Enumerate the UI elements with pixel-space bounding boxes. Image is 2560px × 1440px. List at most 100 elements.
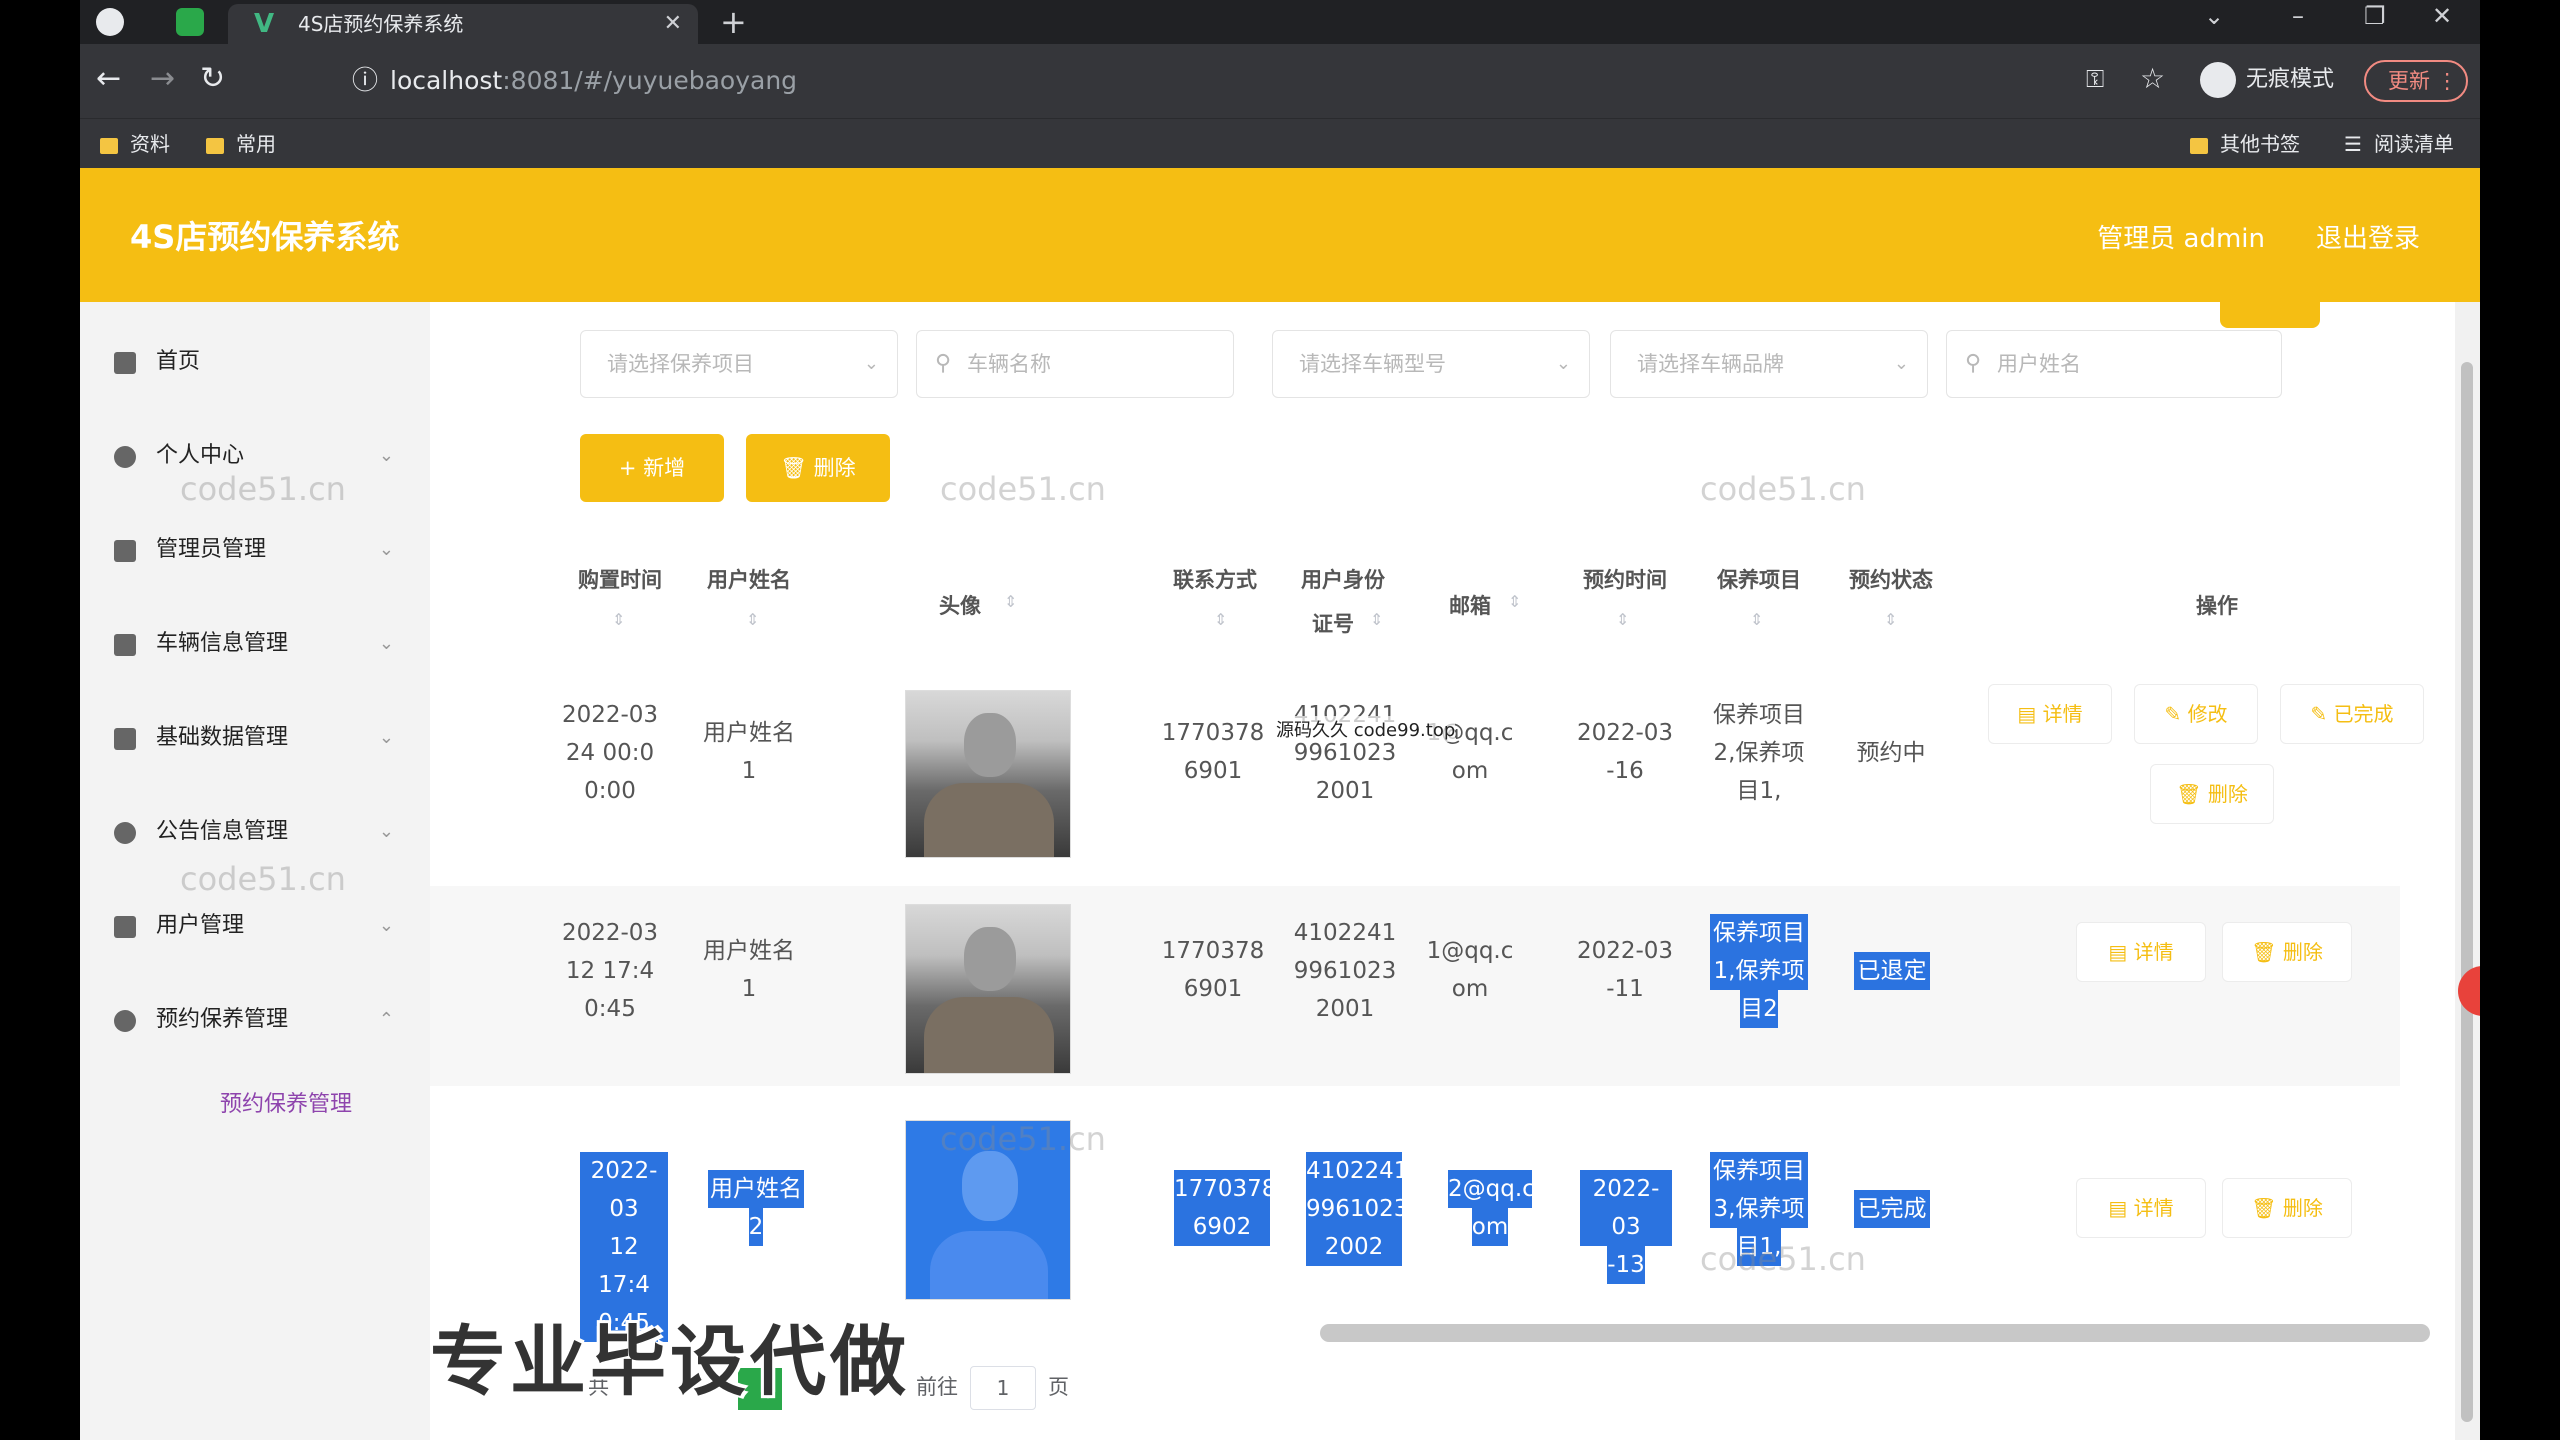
table-row: 2022-03 12 17:4 0:45 用户姓名 2 1770378 6902… <box>430 1102 2400 1342</box>
vertical-scrollbar[interactable] <box>2455 302 2480 1440</box>
partial-top-button[interactable] <box>2220 302 2320 328</box>
folder-icon <box>2190 137 2208 154</box>
update-button[interactable]: 更新 ⋮ <box>2364 60 2468 102</box>
detail-button[interactable]: ▤ 详情 <box>1988 684 2112 744</box>
sort-icon[interactable]: ⇕ <box>746 610 759 629</box>
calendar-icon <box>114 634 136 656</box>
restore-icon[interactable]: ❐ <box>2364 2 2386 30</box>
site-info-icon[interactable]: ⓘ <box>352 54 378 108</box>
cell-line: 2022-03 <box>1576 720 1674 746</box>
search-icon: ⚲ <box>935 351 952 376</box>
car-name-input[interactable]: ⚲ 车辆名称 <box>916 330 1234 398</box>
new-tab-icon[interactable]: + <box>720 4 747 40</box>
cell-line: 0:45 <box>584 996 636 1022</box>
bookmark-label: 资料 <box>130 132 170 156</box>
sidebar-item-basic-data[interactable]: 基础数据管理 ⌄ <box>80 708 430 768</box>
car-brand-select[interactable]: 请选择车辆品牌 ⌄ <box>1610 330 1928 398</box>
sidebar-item-home[interactable]: 首页 <box>80 332 430 392</box>
submenu-item-maintenance[interactable]: 预约保养管理 <box>140 1080 420 1130</box>
key-icon[interactable]: ⚿ <box>2086 62 2104 96</box>
cell-line: 用户姓名 <box>708 1170 804 1208</box>
complete-button[interactable]: ✎ 已完成 <box>2280 684 2424 744</box>
sidebar-item-label: 用户管理 <box>156 913 245 938</box>
delete-button[interactable]: 🗑 删除 <box>2222 1178 2352 1238</box>
browser-tab-active[interactable]: V 4S店预约保养系统 ✕ <box>228 4 698 44</box>
user-name-input[interactable]: ⚲ 用户姓名 <box>1946 330 2282 398</box>
app-header: 4S店预约保养系统 管理员 admin 退出登录 <box>80 168 2480 302</box>
cell-line: 24 00:0 <box>565 740 655 766</box>
minimize-icon[interactable]: – <box>2292 2 2304 30</box>
list-icon <box>114 728 136 750</box>
pagination-goto-input[interactable]: 1 <box>970 1366 1036 1410</box>
watermark-text: code51.cn <box>940 1120 1106 1158</box>
sidebar-item-admin[interactable]: 管理员管理 ⌄ <box>80 520 430 580</box>
bulk-delete-button[interactable]: 🗑 删除 <box>746 434 890 502</box>
sort-icon[interactable]: ⇕ <box>1750 610 1763 629</box>
cell-phone: 1770378 6902 <box>1174 1170 1276 1246</box>
sidebar-item-label: 预约保养管理 <box>156 1007 289 1032</box>
sort-icon[interactable]: ⇕ <box>1508 592 1521 611</box>
horizontal-scrollbar[interactable] <box>1320 1324 2430 1342</box>
other-bookmarks[interactable]: 其他书签 <box>2190 119 2300 169</box>
bookmark-star-icon[interactable]: ☆ <box>2140 62 2165 96</box>
header-phone[interactable]: 联系方式 <box>1160 562 1270 598</box>
project-select[interactable]: 请选择保养项目 ⌄ <box>580 330 898 398</box>
bookmark-folder[interactable]: 常用 <box>206 119 276 169</box>
back-icon[interactable]: ← <box>96 62 121 96</box>
reload-icon[interactable]: ↻ <box>200 62 225 96</box>
detail-button[interactable]: ▤ 详情 <box>2076 922 2206 982</box>
reading-list[interactable]: ☰ 阅读清单 <box>2344 119 2454 169</box>
browser-window: V 4S店预约保养系统 ✕ + ⌄ – ❐ ✕ ← → ↻ ⓘ localhos… <box>80 0 2480 1440</box>
close-window-icon[interactable]: ✕ <box>2432 2 2452 30</box>
sidebar-item-maintenance[interactable]: 预约保养管理 ⌃ <box>80 990 430 1050</box>
scroll-thumb[interactable] <box>2461 362 2473 1422</box>
user-avatar[interactable] <box>905 690 1071 858</box>
url-field[interactable]: ⓘ localhost:8081/#/yuyuebaoyang <box>260 54 2110 108</box>
forward-icon[interactable]: → <box>150 62 175 96</box>
watermark-text: code51.cn <box>180 470 346 508</box>
header-name[interactable]: 用户姓名 <box>694 562 804 598</box>
header-avatar[interactable]: 头像 <box>930 588 990 624</box>
edit-button[interactable]: ✎ 修改 <box>2134 684 2258 744</box>
browser-menu-icon[interactable] <box>96 8 124 36</box>
delete-button[interactable]: 🗑 删除 <box>2222 922 2352 982</box>
sidebar-item-announcements[interactable]: 公告信息管理 ⌄ <box>80 802 430 862</box>
sidebar-item-vehicles[interactable]: 车辆信息管理 ⌄ <box>80 614 430 674</box>
cell-line: -16 <box>1606 758 1644 784</box>
op-label: 删除 <box>2282 940 2323 964</box>
header-project[interactable]: 保养项目 <box>1704 562 1814 598</box>
sidebar-item-label: 公告信息管理 <box>156 819 289 844</box>
watermark-text: code51.cn <box>940 470 1106 508</box>
tab-search-icon[interactable]: ⌄ <box>2204 2 2224 30</box>
detail-button[interactable]: ▤ 详情 <box>2076 1178 2206 1238</box>
add-button[interactable]: + 新增 <box>580 434 724 502</box>
sort-icon[interactable]: ⇕ <box>1370 610 1383 629</box>
header-idcard[interactable]: 用户身份 <box>1288 562 1398 598</box>
chevron-down-icon: ⌄ <box>1893 353 1909 374</box>
avatar-head <box>964 713 1016 777</box>
close-tab-icon[interactable]: ✕ <box>664 4 682 44</box>
cell-line: 2022-03 <box>580 1152 668 1228</box>
header-time[interactable]: 购置时间 <box>570 562 670 598</box>
list-icon <box>114 540 136 562</box>
header-email[interactable]: 邮箱 <box>1440 588 1500 624</box>
sidebar-item-users[interactable]: 用户管理 ⌄ <box>80 896 430 956</box>
header-status[interactable]: 预约状态 <box>1836 562 1946 598</box>
chevron-down-icon: ⌄ <box>378 539 394 560</box>
sort-icon[interactable]: ⇕ <box>612 610 625 629</box>
incognito-indicator[interactable]: 无痕模式 <box>2200 58 2334 102</box>
logout-link[interactable]: 退出登录 <box>2316 218 2420 255</box>
op-label: 删除 <box>2207 782 2248 806</box>
header-appt-time[interactable]: 预约时间 <box>1570 562 1680 598</box>
sort-icon[interactable]: ⇕ <box>1616 610 1629 629</box>
bookmark-folder[interactable]: 资料 <box>100 119 170 169</box>
app-favicon-icon[interactable] <box>176 8 204 36</box>
delete-button[interactable]: 🗑 删除 <box>2150 764 2274 824</box>
cell-line: -11 <box>1606 976 1644 1002</box>
sort-icon[interactable]: ⇕ <box>1214 610 1227 629</box>
car-model-select[interactable]: 请选择车辆型号 ⌄ <box>1272 330 1590 398</box>
sort-icon[interactable]: ⇕ <box>1884 610 1897 629</box>
user-avatar[interactable] <box>905 904 1071 1074</box>
header-idcard-line2[interactable]: 证号 <box>1308 606 1358 642</box>
sort-icon[interactable]: ⇕ <box>1004 592 1017 611</box>
